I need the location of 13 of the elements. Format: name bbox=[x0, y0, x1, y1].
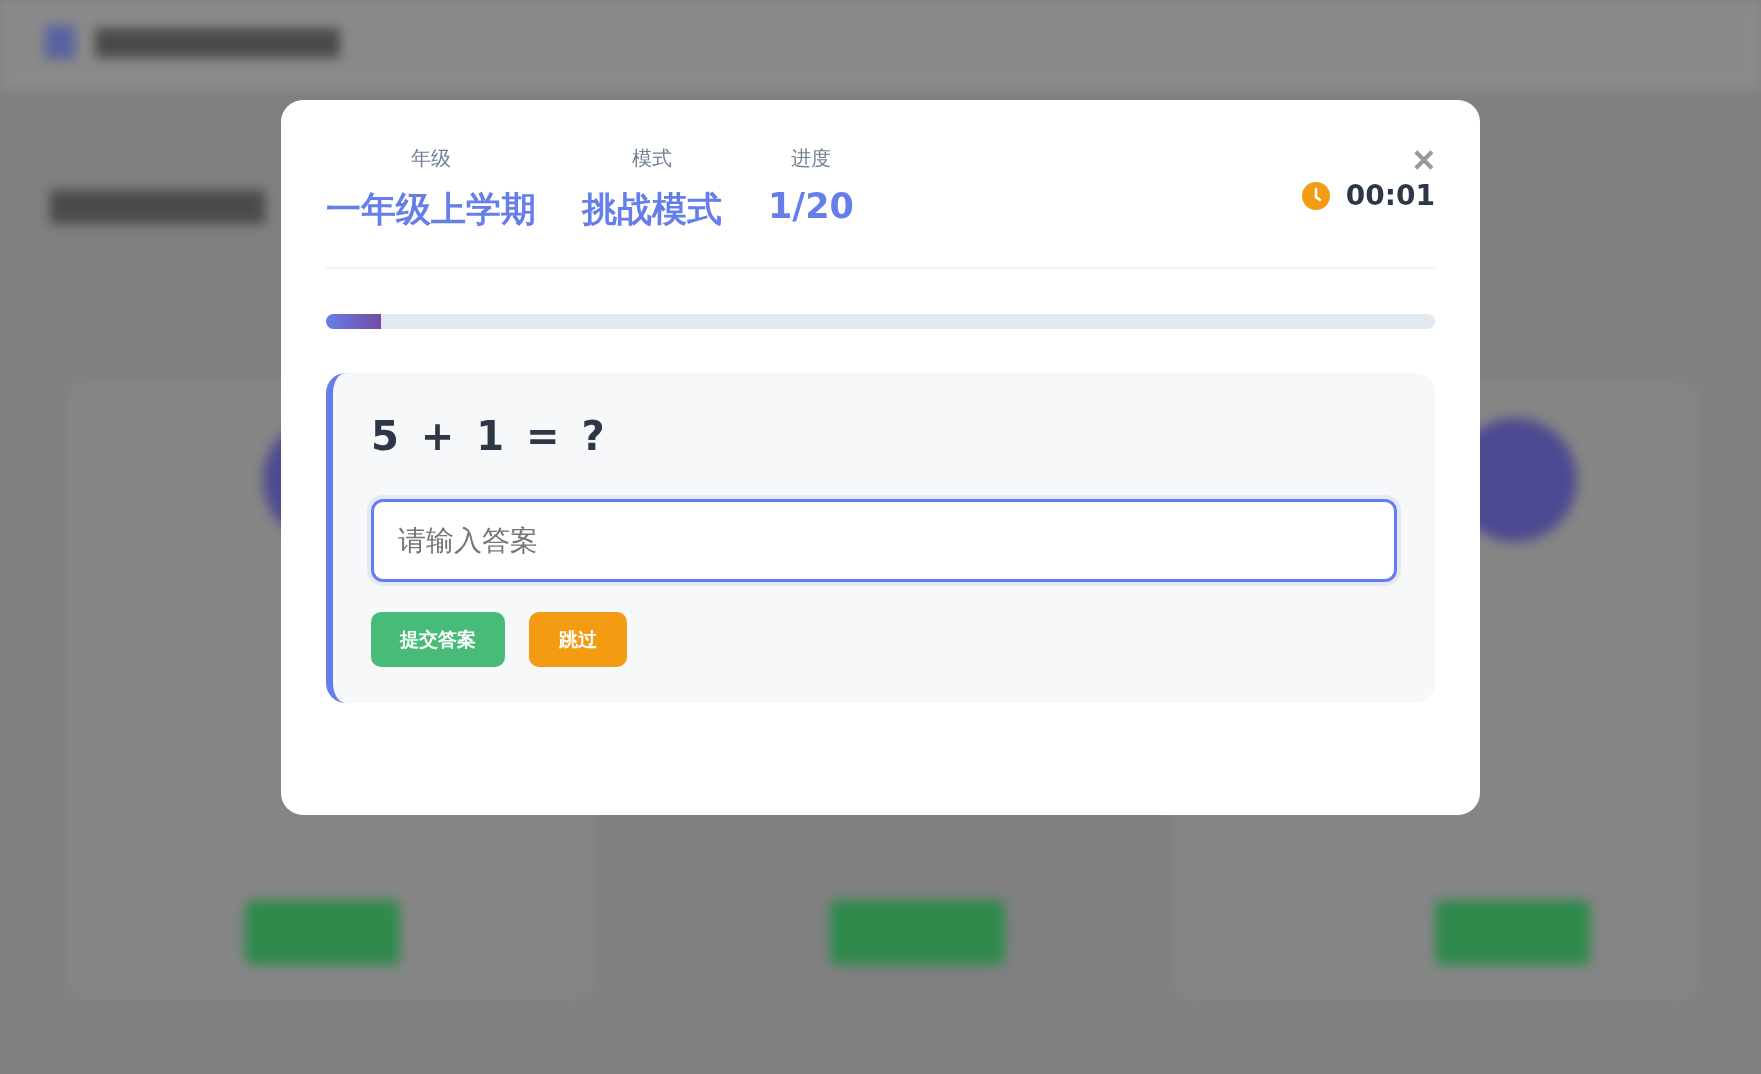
answer-field[interactable]: 请输入答案 bbox=[371, 499, 1397, 582]
timer: 00:01 bbox=[1345, 179, 1435, 212]
question-text: 5 + 1 = ? bbox=[371, 413, 606, 459]
stat-value: 挑战模式 bbox=[582, 188, 722, 231]
stat-value: 一年级上学期 bbox=[326, 188, 536, 231]
skip-button[interactable]: 跳过 bbox=[529, 612, 627, 667]
close-button[interactable]: × bbox=[1412, 145, 1435, 175]
submit-button[interactable]: 提交答案 bbox=[371, 612, 505, 667]
stat-label: 进度 bbox=[790, 145, 831, 172]
stat-label: 模式 bbox=[632, 145, 672, 172]
stat-value: 1/20 bbox=[768, 186, 854, 226]
clock-icon bbox=[1301, 181, 1330, 210]
stat-label: 年级 bbox=[411, 145, 451, 172]
